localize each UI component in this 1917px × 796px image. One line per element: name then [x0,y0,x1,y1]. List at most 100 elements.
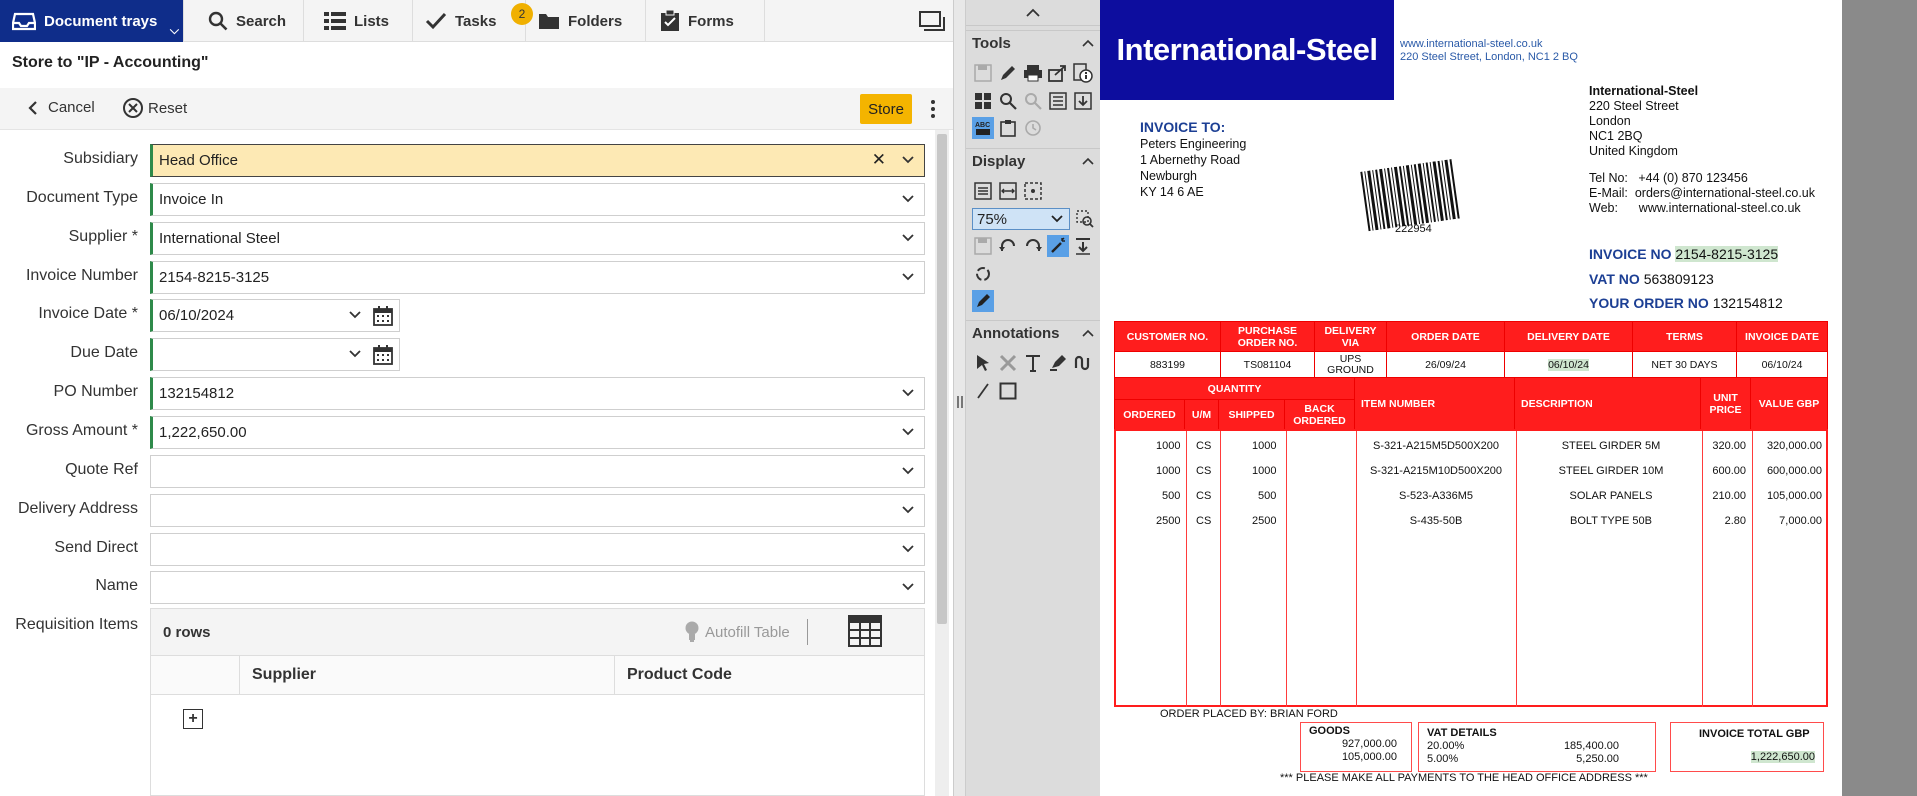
td-order-date: 26/09/24 [1386,351,1505,378]
download-page-icon[interactable] [1072,235,1094,257]
chevron-down-icon[interactable] [902,503,914,515]
rectangle-tool-icon[interactable] [997,380,1019,402]
po-number-field[interactable]: 132154812 [150,377,925,410]
display-header-label: Display [972,153,1026,170]
clear-icon[interactable]: ✕ [872,150,886,170]
annotations-header-label: Annotations [972,325,1060,342]
chevron-down-icon[interactable] [902,153,914,165]
chevron-down-icon [1051,215,1063,223]
name-field[interactable] [150,571,925,604]
calendar-icon[interactable] [373,345,393,365]
td-terms: NET 30 DAYS [1632,351,1737,378]
document-viewer[interactable]: International-Steel www.international-st… [1100,0,1842,796]
form-scrollbar[interactable] [935,130,949,796]
calendar-icon[interactable] [373,306,393,326]
pointer-icon[interactable] [972,352,994,374]
download-icon[interactable] [1072,90,1094,112]
invoice-date-field[interactable]: 06/10/2024 [150,299,400,332]
nav-lists[interactable]: Lists [304,0,413,42]
save-icon[interactable] [972,62,994,84]
magic-wand-icon[interactable] [1047,235,1069,257]
chevron-down-icon[interactable] [902,192,914,204]
list-icon [324,12,346,30]
history-icon[interactable] [1022,117,1044,139]
nav-tasks[interactable]: Tasks 2 [413,0,533,42]
th-shipped: SHIPPED [1218,399,1285,430]
td-customer-no: 883199 [1114,351,1221,378]
column-header-supplier[interactable]: Supplier [239,656,615,694]
supplier-field[interactable]: International Steel [150,222,925,255]
freehand-icon[interactable] [1072,352,1094,374]
document-info-icon[interactable] [1072,62,1094,84]
autofill-table-button[interactable]: Autofill Table [685,621,790,643]
th-value-gbp: VALUE GBP [1750,377,1828,430]
zoom-select[interactable]: 75% [972,208,1070,230]
th-back-ordered: BACK ORDERED [1284,399,1355,430]
delete-annotation-icon[interactable] [997,352,1019,374]
collapse-toolbar-button[interactable] [966,0,1100,26]
document-type-field[interactable]: Invoice In [150,183,925,216]
subsidiary-field[interactable]: Head Office ✕ [150,144,925,177]
highlighter-icon[interactable] [1047,352,1069,374]
rotate-right-icon[interactable] [1022,235,1044,257]
share-icon[interactable] [1047,62,1069,84]
edit-mode-icon[interactable] [972,290,994,312]
chevron-down-icon[interactable] [902,386,914,398]
rotate-left-icon[interactable] [997,235,1019,257]
column-header-product-code[interactable]: Product Code [614,656,926,694]
more-options-icon[interactable] [926,98,940,120]
zoom-area-icon[interactable] [1074,208,1096,230]
cancel-button[interactable]: Cancel [28,99,95,116]
line-tool-icon[interactable] [972,380,994,402]
delivery-address-field[interactable] [150,494,925,527]
ocr-icon[interactable]: ABC [972,117,994,139]
search-next-icon[interactable] [1022,90,1044,112]
chevron-down-icon[interactable] [349,347,361,359]
gross-amount-field[interactable]: 1,222,650.00 [150,416,925,449]
due-date-field[interactable] [150,338,400,371]
invoice-number-field[interactable]: 2154-8215-3125 [150,261,925,294]
po-number-value: 132154812 [159,385,235,402]
fit-page-icon[interactable] [972,180,994,202]
clipboard-icon[interactable] [997,117,1019,139]
chevron-down-icon[interactable]: ⌵ [170,23,179,38]
chevron-down-icon[interactable] [902,231,914,243]
expand-window-button[interactable] [911,0,953,41]
page-list-icon[interactable] [1047,90,1069,112]
search-icon[interactable] [997,90,1019,112]
thumbnails-icon[interactable] [972,90,994,112]
nav-search[interactable]: Search [184,0,304,42]
chevron-down-icon[interactable] [902,425,914,437]
th-customer-no: CUSTOMER NO. [1114,321,1221,352]
reset-button[interactable]: Reset [122,97,187,119]
gross-amount-value: 1,222,650.00 [159,424,247,441]
nav-forms[interactable]: Forms [646,0,765,42]
chevron-down-icon[interactable] [902,580,914,592]
refresh-icon[interactable] [972,263,994,285]
chevron-down-icon[interactable] [902,464,914,476]
nav-folders[interactable]: Folders [526,0,646,42]
viewer-background [1842,0,1917,796]
save-view-icon[interactable] [972,235,994,257]
pane-splitter[interactable] [953,0,966,796]
add-row-icon[interactable]: + [183,709,203,729]
nav-label: Tasks [455,12,497,30]
nav-document-trays[interactable]: Document trays ⌵ [0,0,184,42]
actual-size-icon[interactable] [1022,180,1044,202]
text-annotation-icon[interactable] [1022,352,1044,374]
tools-section-header[interactable]: Tools [966,30,1100,56]
company-website: www.international-steel.co.uk [1400,38,1543,50]
pencil-icon[interactable] [997,62,1019,84]
annotations-section-header[interactable]: Annotations [966,320,1100,346]
chevron-down-icon[interactable] [902,542,914,554]
chevron-down-icon[interactable] [902,270,914,282]
table-icon[interactable] [848,615,882,647]
send-direct-field[interactable] [150,533,925,566]
scrollbar-thumb[interactable] [937,134,947,624]
fit-width-icon[interactable] [997,180,1019,202]
chevron-down-icon[interactable] [349,308,361,320]
quote-ref-field[interactable] [150,455,925,488]
print-icon[interactable] [1022,62,1044,84]
display-section-header[interactable]: Display [966,148,1100,174]
store-button[interactable]: Store [860,94,912,124]
